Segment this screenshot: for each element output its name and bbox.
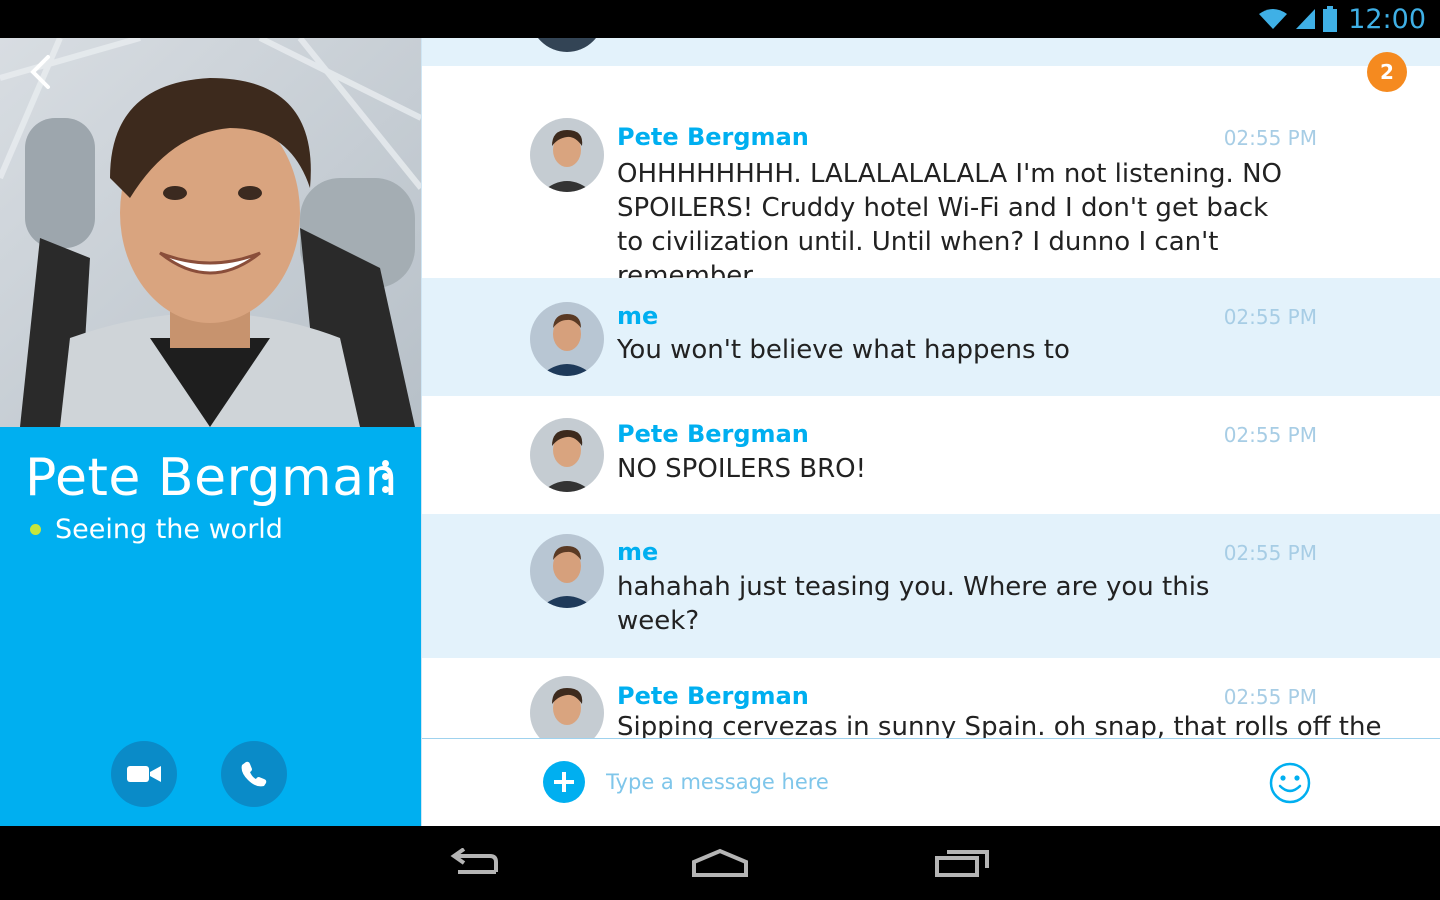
video-call-button[interactable] [111, 741, 177, 807]
message-sender: me [617, 302, 659, 330]
signal-icon [1296, 9, 1316, 29]
chevron-left-icon [30, 55, 50, 89]
status-bar: 12:00 [0, 0, 1440, 38]
contact-profile-panel: Pete Bergman Seeing the world [0, 38, 421, 826]
battery-icon [1323, 6, 1338, 32]
phone-icon [241, 761, 267, 787]
message-list[interactable]: Pete Bergman 02:55 PM OHHHHHHHH. LALALAL… [422, 38, 1440, 738]
message-text: NO SPOILERS BRO! [617, 454, 867, 484]
message-time: 02:55 PM [1223, 423, 1317, 447]
back-button[interactable] [20, 52, 60, 92]
message-sender: Pete Bergman [617, 682, 809, 710]
more-dot-icon [381, 459, 389, 467]
plus-icon [554, 772, 574, 792]
message-row[interactable]: me 02:55 PM hahahah just teasing you. Wh… [422, 514, 1440, 658]
back-arrow-icon [450, 848, 498, 874]
nav-back-button[interactable] [442, 842, 506, 884]
nav-home-button[interactable] [688, 842, 752, 884]
message-text: OHHHHHHHH. LALALALALALA I'm not listenin… [617, 159, 1282, 291]
add-content-button[interactable] [543, 761, 585, 803]
video-camera-icon [127, 766, 161, 782]
presence-status: Seeing the world [30, 514, 283, 545]
message-row[interactable]: Pete Bergman 02:55 PM OHHHHHHHH. LALALAL… [422, 66, 1440, 291]
avatar [530, 302, 604, 376]
chat-panel: Pete Bergman 02:55 PM OHHHHHHHH. LALALAL… [421, 38, 1440, 826]
message-time: 02:55 PM [1223, 685, 1317, 709]
smiley-icon [1269, 762, 1311, 804]
more-dot-icon [381, 485, 389, 493]
more-dot-icon [381, 472, 389, 480]
system-nav-bar [0, 826, 1440, 900]
emoticon-button[interactable] [1268, 761, 1312, 805]
contact-name: Pete Bergman [25, 448, 399, 508]
nav-recents-button[interactable] [930, 842, 994, 884]
message-text: hahahah just teasing you. Where are you … [617, 572, 1210, 636]
message-time: 02:55 PM [1223, 541, 1317, 565]
status-icons: 12:00 [1258, 3, 1426, 35]
unread-count-badge[interactable]: 2 [1367, 52, 1407, 92]
message-composer [422, 738, 1440, 826]
message-sender: me [617, 538, 659, 566]
message-row-partial [422, 38, 1440, 66]
message-time: 02:55 PM [1223, 126, 1317, 150]
presence-dot-icon [30, 524, 41, 535]
avatar [530, 418, 604, 492]
message-time: 02:55 PM [1223, 305, 1317, 329]
message-text: You won't believe what happens to [617, 335, 1070, 365]
message-row[interactable]: Pete Bergman 02:55 PM NO SPOILERS BRO! [422, 396, 1440, 514]
avatar [530, 676, 604, 738]
clock: 12:00 [1348, 3, 1426, 35]
message-row[interactable]: me 02:55 PM You won't believe what happe… [422, 278, 1440, 396]
more-options-button[interactable] [370, 454, 400, 498]
recent-apps-icon [935, 850, 989, 877]
message-input[interactable] [606, 761, 1226, 803]
wifi-icon [1259, 9, 1288, 29]
message-text: Sipping cervezas in sunny Spain. oh snap… [617, 712, 1382, 738]
contact-photo [0, 38, 421, 427]
message-sender: Pete Bergman [617, 123, 809, 151]
audio-call-button[interactable] [221, 741, 287, 807]
message-sender: Pete Bergman [617, 420, 809, 448]
mood-message: Seeing the world [55, 514, 283, 545]
avatar [530, 38, 604, 52]
avatar [530, 118, 604, 192]
message-row[interactable]: Pete Bergman 02:55 PM Sipping cervezas i… [422, 658, 1440, 738]
avatar [530, 534, 604, 608]
home-icon [692, 848, 748, 877]
